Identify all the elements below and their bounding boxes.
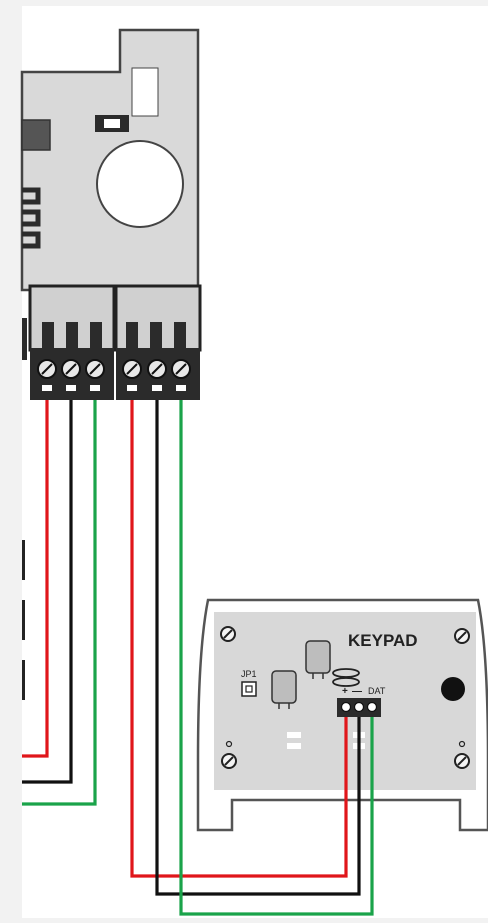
terminal-data-label: DAT — [368, 686, 386, 696]
left-edge-strip-3 — [22, 660, 25, 700]
terminal-minus-label: — — [352, 686, 362, 697]
terminal-1-post-2 — [66, 322, 78, 348]
terminal-1-post-3 — [90, 322, 102, 348]
terminal-block-1 — [28, 284, 116, 400]
jumper-jp1-pin — [245, 685, 253, 693]
keypad-pad-1 — [287, 732, 301, 738]
terminal-1-post-1 — [42, 322, 54, 348]
board-status-bar — [131, 67, 159, 117]
keypad-pad-2 — [287, 743, 301, 749]
jumper-label: JP1 — [241, 669, 257, 679]
terminal-plus-label: + — [342, 686, 348, 697]
diagram-canvas: KEYPAD JP1 + — DAT — [20, 6, 488, 918]
board-led — [104, 119, 120, 128]
keypad-label: KEYPAD — [348, 631, 418, 650]
left-clip — [22, 318, 27, 360]
capacitor-2 — [305, 640, 331, 674]
keypad-module: KEYPAD JP1 + — DAT — [196, 598, 488, 832]
terminal-2-post-2 — [150, 322, 162, 348]
board-buzzer — [96, 140, 184, 228]
board-chip — [21, 119, 51, 151]
capacitor-1 — [271, 670, 297, 704]
terminal-2-slot-3 — [176, 385, 186, 391]
left-edge-strip-1 — [22, 540, 25, 580]
keypad-terminal-pin-1 — [340, 701, 352, 713]
left-edge-strip-2 — [22, 600, 25, 640]
terminal-1-slot-2 — [66, 385, 76, 391]
terminal-block-2 — [114, 284, 202, 400]
keypad-terminal-pin-2 — [353, 701, 365, 713]
wiring-diagram: KEYPAD JP1 + — DAT — [0, 0, 488, 918]
terminal-2-post-3 — [174, 322, 186, 348]
terminal-1-slot-3 — [90, 385, 100, 391]
keypad-terminal-pin-3 — [366, 701, 378, 713]
terminal-2-slot-1 — [127, 385, 137, 391]
terminal-1-slot-1 — [42, 385, 52, 391]
terminal-2-post-1 — [126, 322, 138, 348]
keypad-buzzer — [441, 677, 465, 701]
terminal-2-slot-2 — [152, 385, 162, 391]
